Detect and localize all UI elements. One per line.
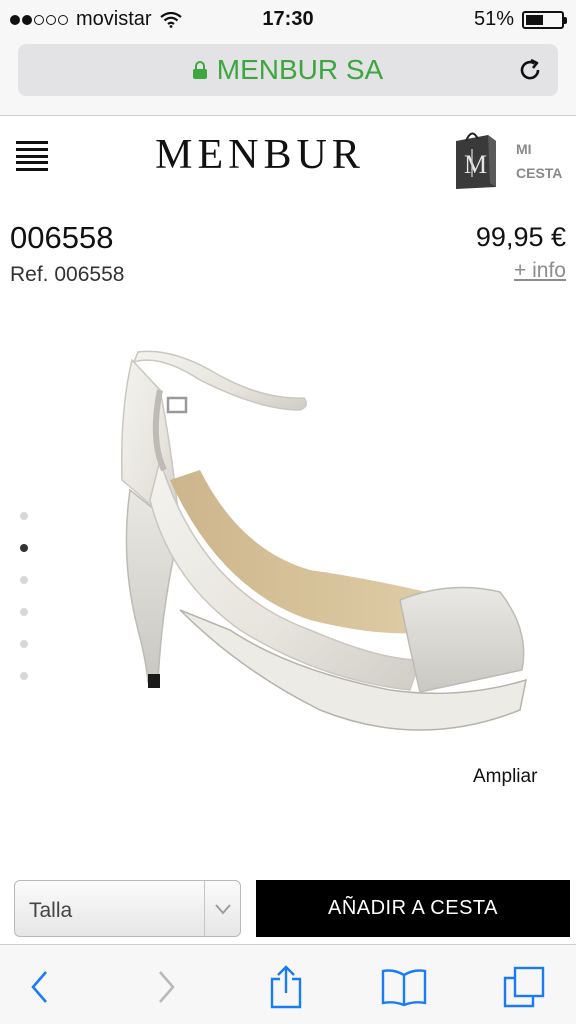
site-logo[interactable]: MENBUR (150, 131, 370, 179)
chevron-left-icon (31, 971, 47, 1003)
hamburger-menu-icon[interactable] (16, 141, 48, 171)
size-select[interactable]: Talla (14, 880, 241, 937)
share-button[interactable] (262, 963, 310, 1011)
chevron-right-icon (159, 971, 175, 1003)
chevron-down-icon (204, 881, 240, 936)
battery-icon (522, 10, 567, 29)
share-icon (270, 965, 302, 1009)
battery-percent: 51% (473, 8, 514, 30)
product-image[interactable] (60, 330, 550, 760)
forward-button[interactable] (142, 963, 190, 1011)
browser-toolbar (0, 944, 576, 1024)
gallery-pagination (20, 512, 32, 704)
shopping-bag-icon: M (456, 132, 496, 189)
gallery-dot[interactable] (20, 640, 28, 648)
bookmarks-button[interactable] (380, 963, 428, 1011)
address-text: MENBUR SA (216, 54, 384, 85)
tabs-icon (503, 966, 545, 1008)
product-ref: Ref. 006558 (10, 263, 125, 286)
cart-label: MI CESTA (516, 141, 563, 181)
add-to-cart-button[interactable]: AÑADIR A CESTA (256, 880, 570, 937)
more-info-link[interactable]: + info (514, 259, 566, 283)
reload-icon[interactable] (516, 56, 544, 84)
back-button[interactable] (16, 963, 64, 1011)
lock-icon (192, 61, 207, 79)
product-price: 99,95 € (475, 222, 566, 252)
size-select-value: Talla (29, 899, 73, 922)
zoom-link[interactable]: Ampliar (473, 766, 537, 788)
product-name: 006558 (10, 220, 114, 255)
gallery-dot[interactable] (20, 672, 28, 680)
tabs-button[interactable] (500, 963, 548, 1011)
status-bar: movistar 17:30 51% (0, 0, 576, 38)
gallery-dot[interactable] (20, 544, 28, 552)
svg-text:M: M (464, 150, 487, 179)
site-header: MENBUR M MI CESTA (0, 117, 576, 197)
gallery-dot[interactable] (20, 576, 28, 584)
gallery-dot[interactable] (20, 608, 28, 616)
cart-button[interactable]: M MI CESTA (448, 123, 572, 193)
book-icon (381, 969, 427, 1007)
address-bar[interactable]: MENBUR SA (18, 44, 558, 96)
gallery-dot[interactable] (20, 512, 28, 520)
browser-address-area: MENBUR SA (0, 38, 576, 116)
